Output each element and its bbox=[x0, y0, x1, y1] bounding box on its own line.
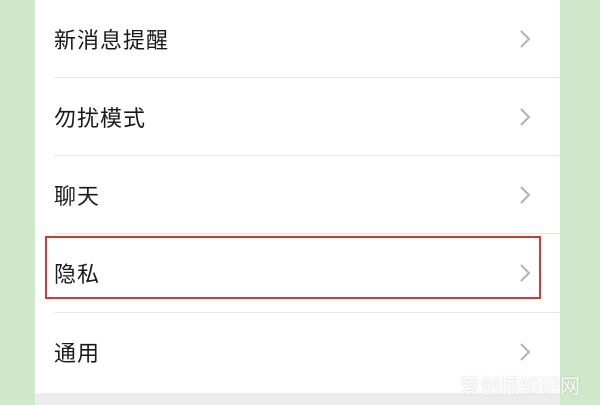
watermark: 爱创根知识网 bbox=[460, 374, 580, 398]
settings-item-chat[interactable]: 聊天 bbox=[35, 156, 560, 234]
highlight-box bbox=[45, 236, 541, 299]
settings-item-label: 勿扰模式 bbox=[54, 107, 147, 132]
settings-item-do-not-disturb[interactable]: 勿扰模式 bbox=[35, 78, 560, 156]
chevron-right-icon bbox=[520, 186, 531, 204]
settings-item-label: 新消息提醒 bbox=[54, 29, 170, 54]
chevron-right-icon bbox=[520, 30, 531, 48]
settings-panel: 新消息提醒 勿扰模式 聊天 隐私 通用 bbox=[35, 0, 560, 405]
settings-item-label: 聊天 bbox=[54, 185, 101, 210]
chevron-right-icon bbox=[520, 108, 531, 126]
settings-item-label: 通用 bbox=[54, 342, 101, 367]
settings-item-new-message-alerts[interactable]: 新消息提醒 bbox=[35, 0, 560, 78]
chevron-right-icon bbox=[520, 343, 531, 361]
